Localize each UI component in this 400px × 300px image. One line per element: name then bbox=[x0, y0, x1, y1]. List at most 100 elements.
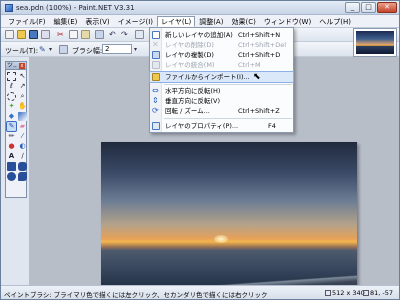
copy-icon[interactable] bbox=[69, 30, 78, 39]
rectangle-select-icon[interactable] bbox=[7, 72, 16, 81]
menu-window[interactable]: ウィンドウ(W) bbox=[260, 16, 315, 27]
paintbrush-tool-icon[interactable]: ✎ bbox=[6, 121, 17, 132]
brush-width-label: ブラシ幅: bbox=[72, 47, 103, 55]
save-icon[interactable] bbox=[29, 30, 38, 39]
menu-item-shortcut: Ctrl+Shift+D bbox=[238, 51, 281, 59]
canvas[interactable] bbox=[101, 142, 357, 299]
duplicate-layer-icon bbox=[152, 51, 160, 59]
menu-layers[interactable]: レイヤ(L) bbox=[157, 15, 196, 27]
menu-item-label: レイヤの削除(D) bbox=[165, 41, 214, 49]
close-button[interactable]: ✕ bbox=[377, 2, 397, 13]
menu-item-label: 水平方向に反転(H) bbox=[165, 87, 221, 95]
new-file-icon[interactable] bbox=[5, 30, 14, 39]
open-folder-icon[interactable] bbox=[17, 30, 26, 39]
menu-duplicate-layer[interactable]: レイヤの複製(D) Ctrl+Shift+D bbox=[150, 50, 293, 60]
menu-rotate-zoom[interactable]: ⟳ 回転 / ズーム... Ctrl+Shift+Z bbox=[150, 106, 293, 116]
flip-horizontal-icon: ⇔ bbox=[152, 86, 159, 95]
menu-adjustments[interactable]: 調整(A) bbox=[195, 16, 227, 27]
menu-view[interactable]: 表示(V) bbox=[81, 16, 113, 27]
thumbnail-image bbox=[356, 31, 394, 54]
paint-bucket-icon[interactable]: ◆ bbox=[7, 112, 16, 121]
tool-label: ツール(T): bbox=[5, 47, 39, 55]
import-file-icon bbox=[152, 73, 160, 81]
mouse-cursor-icon: ⬉ bbox=[253, 72, 261, 82]
cursor-position-value: 81, -57 bbox=[370, 289, 394, 297]
sun-glow bbox=[213, 234, 228, 243]
maximize-button[interactable]: □ bbox=[361, 2, 376, 13]
title-bar[interactable]: sea.pdn (100%) - Paint.NET V3.31 _ □ ✕ bbox=[1, 1, 399, 15]
move-selection-icon[interactable]: ↖ bbox=[18, 72, 27, 81]
chevron-down-icon[interactable]: ▾ bbox=[49, 45, 58, 54]
pencil-icon[interactable]: ✏ bbox=[7, 132, 16, 141]
brush-option-icon[interactable] bbox=[59, 45, 68, 54]
zoom-icon[interactable]: ⌕ bbox=[18, 92, 27, 101]
crop-icon[interactable] bbox=[95, 30, 104, 39]
clone-stamp-icon[interactable]: ● bbox=[7, 142, 16, 151]
menu-item-shortcut: Ctrl+Shift+Del bbox=[238, 41, 287, 49]
menu-item-shortcut: F4 bbox=[268, 122, 276, 130]
gradient-icon[interactable] bbox=[18, 112, 27, 121]
color-picker-icon[interactable]: ⁄ bbox=[18, 132, 27, 141]
tools-close-icon[interactable]: x bbox=[19, 63, 25, 69]
layers-menu-dropdown: 新しいレイヤの追加(A) Ctrl+Shift+N ✕ レイヤの削除(D) Ct… bbox=[149, 27, 294, 133]
menu-merge-layer[interactable]: レイヤの統合(M) Ctrl+M bbox=[150, 60, 293, 70]
print-icon[interactable] bbox=[41, 30, 50, 39]
menu-image[interactable]: イメージ(I) bbox=[114, 16, 157, 27]
menu-import-from-file[interactable]: ファイルからインポート(I)... ⬉ bbox=[149, 71, 294, 83]
rectangle-shape-icon[interactable] bbox=[7, 162, 16, 171]
tools-panel-title: ツ.. bbox=[7, 62, 17, 69]
eraser-icon[interactable]: ▰ bbox=[18, 122, 27, 131]
menu-item-label: レイヤのプロパティ(P)... bbox=[165, 122, 239, 130]
text-icon[interactable]: A bbox=[7, 152, 16, 161]
minimize-button[interactable]: _ bbox=[345, 2, 360, 13]
status-bar: ペイントブラシ: プライマリ色で描くには左クリック、セカンダリ色で描くには右クリ… bbox=[1, 285, 399, 299]
image-size-value: 512 x 340 bbox=[332, 289, 365, 297]
magic-wand-icon[interactable]: ✦ bbox=[7, 102, 16, 111]
move-icon[interactable]: ↗ bbox=[18, 82, 27, 91]
status-hint: ペイントブラシ: プライマリ色で描くには左クリック、セカンダリ色で描くには右クリ… bbox=[4, 291, 268, 299]
paste-icon[interactable] bbox=[81, 30, 90, 39]
cut-icon[interactable]: ✂ bbox=[57, 30, 66, 39]
tools-panel-header[interactable]: ツ.. x bbox=[6, 62, 26, 70]
redo-icon[interactable]: ↷ bbox=[121, 30, 130, 39]
rounded-rectangle-icon[interactable] bbox=[18, 162, 27, 171]
tools-panel: ツ.. x ↖ ℓ ↗ ⌕ ✦ ✋ ◆ ✎ ▰ ✏ ⁄ ● ◐ A ∕ bbox=[5, 61, 27, 198]
menu-item-label: 垂直方向に反転(V) bbox=[165, 97, 221, 105]
layer-properties-icon bbox=[152, 122, 160, 130]
menu-help[interactable]: ヘルプ(H) bbox=[315, 16, 355, 27]
menu-add-new-layer[interactable]: 新しいレイヤの追加(A) Ctrl+Shift+N bbox=[150, 30, 293, 40]
grid-icon[interactable] bbox=[135, 30, 144, 39]
merge-layer-icon bbox=[152, 61, 160, 69]
add-layer-icon bbox=[152, 31, 160, 39]
menu-file[interactable]: ファイル(F) bbox=[4, 16, 50, 27]
ellipse-select-icon[interactable] bbox=[7, 92, 16, 101]
menu-flip-vertical[interactable]: ⇕ 垂直方向に反転(V) bbox=[150, 96, 293, 106]
cursor-position-icon bbox=[363, 290, 369, 296]
line-icon[interactable]: ∕ bbox=[18, 152, 27, 161]
menu-delete-layer[interactable]: ✕ レイヤの削除(D) Ctrl+Shift+Del bbox=[150, 40, 293, 50]
menu-flip-horizontal[interactable]: ⇔ 水平方向に反転(H) bbox=[150, 86, 293, 96]
menu-layer-properties[interactable]: レイヤのプロパティ(P)... F4 bbox=[150, 121, 293, 131]
undo-icon[interactable]: ↶ bbox=[109, 30, 118, 39]
ellipse-shape-icon[interactable] bbox=[7, 172, 16, 181]
recolor-icon[interactable]: ◐ bbox=[18, 142, 27, 151]
paintbrush-icon[interactable]: ✎ bbox=[39, 45, 48, 54]
menu-edit[interactable]: 編集(E) bbox=[50, 16, 82, 27]
menu-item-label: ファイルからインポート(I)... bbox=[165, 73, 250, 81]
app-window: sea.pdn (100%) - Paint.NET V3.31 _ □ ✕ フ… bbox=[0, 0, 400, 300]
menu-item-shortcut: Ctrl+M bbox=[238, 61, 261, 69]
menu-separator bbox=[164, 84, 292, 85]
pan-icon[interactable]: ✋ bbox=[18, 102, 27, 111]
image-thumbnail[interactable] bbox=[353, 28, 397, 57]
menu-separator bbox=[164, 118, 292, 119]
brush-width-input[interactable]: 2 bbox=[102, 44, 132, 54]
freeform-shape-icon[interactable] bbox=[18, 172, 27, 181]
menu-item-label: 回転 / ズーム... bbox=[165, 107, 210, 115]
menu-effects[interactable]: 効果(C) bbox=[227, 16, 259, 27]
brush-width-dropdown-icon[interactable]: ▾ bbox=[134, 45, 143, 54]
menu-item-label: レイヤの複製(D) bbox=[165, 51, 214, 59]
lasso-select-icon[interactable]: ℓ bbox=[7, 82, 16, 91]
image-size-icon bbox=[325, 290, 331, 296]
image-size-readout: 512 x 340 bbox=[325, 289, 365, 297]
app-icon bbox=[5, 4, 13, 12]
